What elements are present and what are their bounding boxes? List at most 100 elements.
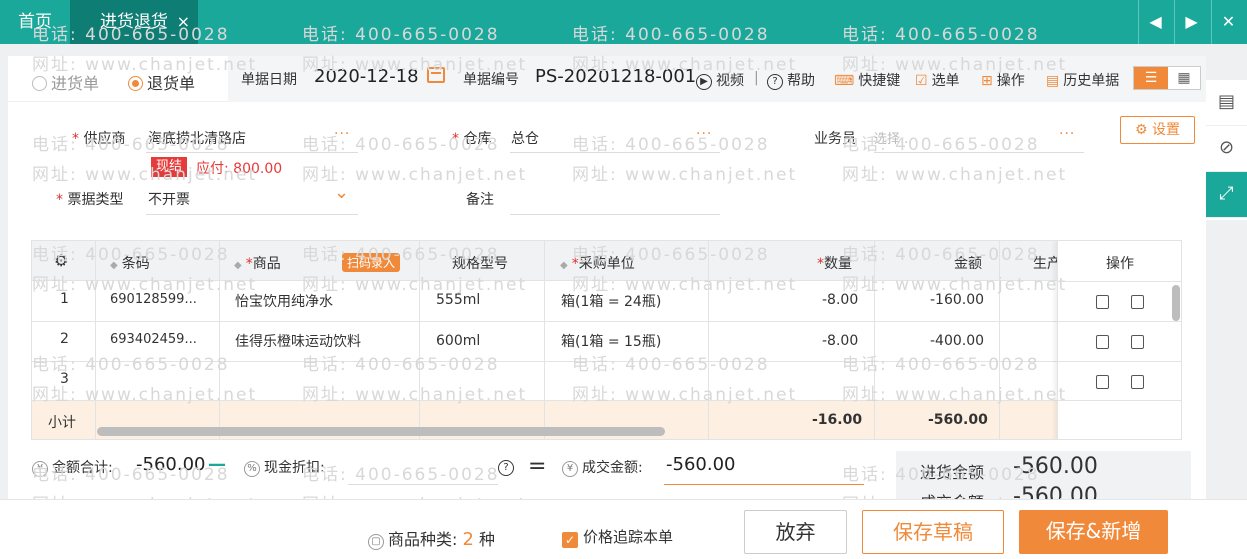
deal-value[interactable]: -560.00: [666, 454, 735, 475]
warehouse-underline: [510, 152, 720, 153]
delete-icon[interactable]: [1096, 375, 1109, 389]
date-value[interactable]: 2020-12-18: [314, 66, 419, 87]
remark-label: 备注: [466, 192, 494, 208]
checkbox-checked-icon: ✓: [562, 532, 578, 548]
col-header-amount: 金额: [954, 256, 982, 272]
column-settings-icon[interactable]: ⚙: [54, 251, 68, 270]
subtotal-amount: -560.00: [928, 412, 988, 428]
cell-qty[interactable]: -8.00: [822, 292, 858, 308]
copy-icon[interactable]: [1131, 295, 1144, 309]
col-header-spec: 规格型号: [452, 256, 508, 272]
equals-sign: =: [528, 454, 547, 479]
copy-icon[interactable]: [1131, 335, 1144, 349]
close-window-button[interactable]: ✕: [1211, 0, 1245, 44]
delete-icon[interactable]: [1096, 335, 1109, 349]
cell-amount[interactable]: -400.00: [930, 333, 984, 349]
payable-text: 应付: 800.00: [196, 161, 283, 177]
expand-icon[interactable]: ⤢: [1206, 172, 1247, 218]
col-header-barcode[interactable]: ◆ 条码: [110, 253, 150, 273]
copy-icon[interactable]: [1131, 375, 1144, 389]
warehouse-value[interactable]: 总仓: [511, 128, 539, 148]
number-label: 单据编号: [463, 72, 519, 88]
attachment-icon[interactable]: ⊘: [1206, 126, 1247, 172]
tab-home[interactable]: 首页: [0, 0, 70, 44]
top-bar: 首页 进货退货 × ◀ ▶ ✕: [0, 0, 1247, 44]
history-button[interactable]: ▤ 历史单据: [1046, 70, 1119, 90]
scan-entry-button[interactable]: 扫码录入: [342, 253, 401, 272]
horizontal-scrollbar[interactable]: [97, 427, 665, 436]
warehouse-label: * 仓库: [452, 131, 492, 147]
col-header-product[interactable]: ◆ *商品: [234, 253, 281, 273]
price-trace-checkbox[interactable]: ✓ 价格追踪本单: [562, 526, 673, 548]
date-label: 单据日期: [241, 72, 297, 88]
cell-unit[interactable]: 箱(1箱 = 15瓶): [561, 331, 661, 351]
subtotal-label: 小计: [48, 415, 76, 431]
delete-icon[interactable]: [1096, 295, 1109, 309]
radio-purchase[interactable]: 进货单: [32, 70, 99, 94]
list-view-icon[interactable]: ☰: [1134, 67, 1168, 89]
close-tab-icon[interactable]: ×: [177, 0, 190, 44]
cell-qty[interactable]: -8.00: [822, 333, 858, 349]
vertical-scrollbar[interactable]: [1172, 285, 1180, 321]
invoice-select[interactable]: 不开票: [148, 189, 190, 209]
gear-icon: ⚙: [1134, 122, 1148, 138]
cell-product[interactable]: 怡宝饮用纯净水: [235, 291, 333, 311]
total-amount-value: -560.00: [136, 454, 206, 475]
tab-purchase-return[interactable]: 进货退货 ×: [70, 0, 198, 44]
bill-number[interactable]: PS-20201218-001: [535, 66, 696, 87]
supplier-value[interactable]: 海底捞北清路店: [148, 128, 246, 148]
next-tab-button[interactable]: ▶: [1174, 0, 1208, 44]
supplier-underline: [146, 152, 358, 153]
select-bill-button[interactable]: ☑ 选单: [915, 70, 960, 90]
prev-tab-button[interactable]: ◀: [1138, 0, 1172, 44]
radio-return[interactable]: 退货单: [128, 70, 195, 94]
cell-product[interactable]: 佳得乐橙味运动饮料: [235, 331, 361, 351]
settings-button[interactable]: ⚙ 设置: [1120, 116, 1195, 144]
shortcut-button[interactable]: ⌨ 快捷键: [834, 70, 900, 90]
help-icon: ?: [767, 74, 783, 90]
tab-label: 进货退货: [100, 12, 168, 32]
deal-icon: ¥: [562, 461, 578, 477]
operations-column: 操作: [1057, 241, 1181, 439]
cell-barcode[interactable]: 690128599...: [110, 292, 197, 307]
save-draft-button[interactable]: 保存草稿: [862, 510, 1004, 554]
cancel-button[interactable]: 放弃: [744, 510, 847, 554]
supplier-more-icon[interactable]: ···: [334, 126, 350, 142]
row-number: 3: [60, 371, 69, 387]
row-divider: [32, 321, 1181, 322]
cell-spec[interactable]: 600ml: [436, 333, 480, 349]
cell-barcode[interactable]: 693402459...: [110, 332, 197, 347]
save-and-new-button[interactable]: 保存&新增: [1019, 510, 1168, 554]
play-icon: ▶: [696, 74, 712, 90]
salesman-input[interactable]: 选择...: [874, 128, 912, 147]
cell-amount[interactable]: -160.00: [930, 292, 984, 308]
operate-button[interactable]: ⊞ 操作: [981, 70, 1025, 90]
remark-input[interactable]: [510, 214, 720, 215]
deal-label: ¥ 成交金额:: [562, 457, 643, 477]
col-divider: [874, 241, 875, 439]
salesman-label: 业务员: [814, 131, 856, 147]
grid-icon: ⊞: [981, 73, 993, 89]
doc-type-radio-group: 进货单 退货单: [8, 56, 228, 102]
row-divider: [32, 361, 1181, 362]
card-view-icon[interactable]: ▦: [1168, 67, 1200, 89]
notes-icon[interactable]: ▤: [1206, 80, 1247, 126]
cell-unit[interactable]: 箱(1箱 = 24瓶): [561, 291, 661, 311]
row-divider: [1058, 321, 1181, 322]
salesman-more-icon[interactable]: ···: [1059, 126, 1075, 142]
cell-spec[interactable]: 555ml: [436, 292, 480, 308]
calendar-icon[interactable]: [427, 67, 445, 83]
cash-badge: 现结: [151, 157, 188, 177]
amount-panel: 进货金额 -560.00 成交金额 -560.00: [896, 451, 1191, 512]
warehouse-more-icon[interactable]: ···: [696, 126, 712, 142]
col-header-unit[interactable]: ◆ *采购单位: [560, 253, 635, 273]
discount-input[interactable]: [348, 484, 498, 485]
total-amount: ¥ 金额合计:: [32, 457, 113, 477]
help-icon[interactable]: ?: [498, 459, 518, 476]
invoice-label: * 票据类型: [56, 192, 124, 208]
product-kinds: ▢ 商品种类: 2 种: [368, 526, 495, 550]
help-link[interactable]: ? 帮助: [767, 70, 815, 90]
chevron-down-icon[interactable]: ⌄: [334, 182, 349, 203]
row-divider: [1058, 400, 1181, 401]
video-link[interactable]: ▶ 视频: [696, 70, 744, 90]
